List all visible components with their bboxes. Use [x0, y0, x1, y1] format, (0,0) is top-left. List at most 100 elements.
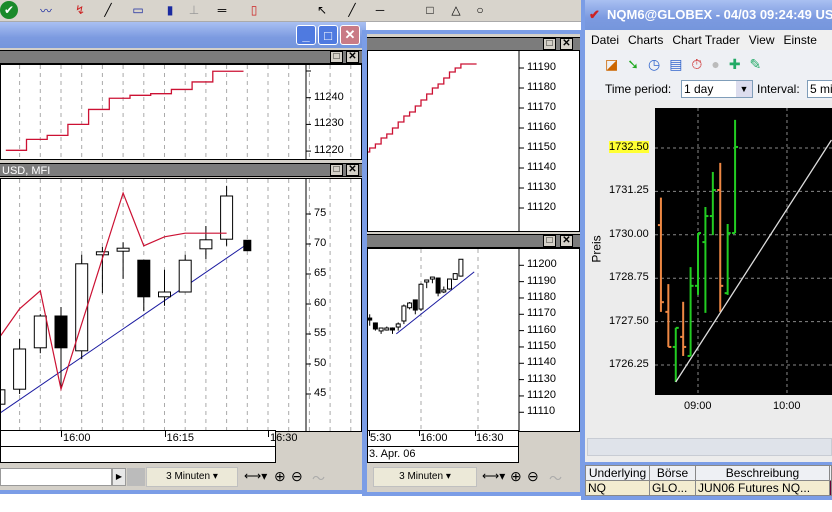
y-axis-label: 11180	[527, 290, 556, 303]
y-axis-label: 11190	[527, 274, 556, 287]
pane-close-button[interactable]: ✕	[560, 235, 573, 247]
y-axis-label: 11150	[527, 339, 556, 352]
candlestick-icon[interactable]: ▯	[244, 1, 264, 19]
table-cell: NQ	[585, 480, 650, 496]
zoom-in-icon[interactable]: ⊕	[274, 468, 286, 485]
line-tool-icon[interactable]: ╱	[342, 1, 362, 19]
interval-dropdown[interactable]: 3 Minuten ▾	[146, 467, 238, 487]
x-axis-label: 5:30	[370, 432, 392, 444]
pane-maximize-button[interactable]: □	[330, 51, 343, 63]
scroll-right-button[interactable]: ▶	[112, 468, 126, 486]
time-period-value: 1 day	[684, 82, 714, 96]
pane-maximize-button[interactable]: □	[330, 164, 343, 176]
menu-chart-trader[interactable]: Chart Trader	[672, 33, 739, 47]
candle	[368, 317, 373, 321]
zoom-fit-icon[interactable]: ⟷▾	[244, 469, 267, 483]
x-axis-label: 10:00	[772, 400, 801, 412]
ellipse-icon[interactable]: ○	[470, 1, 490, 19]
arrow-icon[interactable]: ➘	[627, 56, 648, 72]
menu-bar: Datei Charts Chart Trader View Einste	[585, 30, 832, 50]
left-window-titlebar[interactable]: _ □ ✕	[0, 22, 366, 48]
y-axis-label: 11120	[527, 388, 556, 401]
chart-window-icon[interactable]: ▭	[128, 1, 148, 19]
maximize-button[interactable]: □	[318, 25, 338, 45]
time-period-select[interactable]: 1 day ▼	[681, 80, 753, 98]
scrollbar-track	[127, 468, 145, 486]
volume-chart-icon[interactable]: ▮	[160, 1, 180, 19]
column-header[interactable]: Beschreibung	[695, 465, 830, 481]
y-axis-title: Preis	[589, 235, 604, 263]
x-tick	[61, 431, 62, 437]
candle	[137, 259, 151, 298]
close-button[interactable]: ✕	[340, 25, 360, 45]
draw-indicator-icon[interactable]: ✎	[750, 56, 771, 72]
indicator-icon[interactable]: ↯	[70, 1, 90, 19]
menu-charts[interactable]: Charts	[628, 33, 663, 47]
candle	[412, 299, 418, 311]
left-date-row	[0, 446, 276, 463]
y-axis-label: 1728.75	[609, 271, 649, 284]
y-axis-label: 50	[314, 357, 327, 369]
table-row[interactable]: NQ GLO... JUN06 Futures NQ...	[585, 480, 832, 496]
disabled-icon: ●	[711, 56, 729, 72]
pane-close-button[interactable]: ✕	[346, 164, 359, 176]
candle	[429, 276, 435, 280]
candle	[435, 277, 441, 294]
zoom-in-icon[interactable]: ⊕	[510, 468, 522, 485]
last-bar-marker	[243, 239, 252, 252]
chart-style-icon[interactable]: 〜	[312, 468, 325, 487]
interval-dropdown[interactable]: 3 Minuten ▾	[373, 467, 477, 487]
interval-select[interactable]: 5 mi	[807, 80, 832, 98]
line-chart-icon[interactable]: 〰	[36, 1, 56, 19]
zoom-out-icon[interactable]: ⊖	[527, 468, 539, 485]
chevron-down-icon[interactable]: ▼	[736, 81, 752, 97]
pane-close-button[interactable]: ✕	[346, 51, 359, 63]
right-price-chart	[655, 108, 832, 395]
main-toolbar: ✔ 〰 ↯ ╱ ▭ ▮ ⊥ ═ ▯ ↖ ╱ ─ □ △ ○	[0, 0, 582, 22]
date-label: 3. Apr. 06	[369, 448, 416, 460]
chart-doc-icon[interactable]: ▤	[669, 56, 691, 72]
left-top-pane: 11240 11230 11220	[0, 64, 362, 160]
chart-style-icon[interactable]: 〜	[549, 468, 562, 487]
candle	[395, 323, 401, 328]
connect-icon[interactable]: ✔	[0, 1, 18, 19]
y-axis-label: 11160	[527, 323, 556, 336]
add-indicator-icon[interactable]: ✚	[729, 56, 750, 72]
candle	[447, 278, 452, 290]
candle	[95, 251, 109, 256]
new-chart-icon[interactable]: ◪	[605, 56, 627, 72]
pointer-icon[interactable]: ↖	[312, 1, 332, 19]
draw-line-icon[interactable]: ╱	[98, 1, 118, 19]
x-tick	[164, 431, 166, 437]
pane-maximize-button[interactable]: □	[543, 38, 556, 50]
horizontal-scrollbar[interactable]	[0, 468, 112, 486]
menu-einstellungen[interactable]: Einste	[784, 33, 817, 47]
right-window-titlebar[interactable]: ✔ NQM6@GLOBEX - 04/03 09:24:49 US	[585, 0, 832, 30]
column-header[interactable]: Underlying	[585, 465, 650, 481]
right-horizontal-scrollbar[interactable]	[587, 438, 832, 456]
price-step-line	[368, 63, 477, 153]
horizontal-line-icon[interactable]: ─	[370, 1, 390, 19]
mfi-line	[1, 191, 227, 392]
price-ruler-icon[interactable]: ⊥	[184, 1, 204, 19]
candle	[54, 315, 68, 349]
middle-bottom-toolbar: 3 Minuten ▾ ⟷▾ ⊕ ⊖ 〜	[367, 464, 580, 490]
pane-close-button[interactable]: ✕	[560, 38, 573, 50]
minimize-button[interactable]: _	[296, 25, 316, 45]
menu-datei[interactable]: Datei	[591, 33, 619, 47]
app-icon: ✔	[589, 7, 600, 22]
clock-icon[interactable]: ◷	[648, 56, 669, 72]
zoom-out-icon[interactable]: ⊖	[291, 468, 303, 485]
y-axis-label: 11240	[314, 90, 344, 103]
horizontal-ruler-icon[interactable]: ═	[212, 1, 232, 19]
menu-view[interactable]: View	[749, 33, 775, 47]
middle-time-axis: 5:30 16:00 16:30	[367, 430, 519, 447]
rectangle-icon[interactable]: □	[420, 1, 440, 19]
pane-maximize-button[interactable]: □	[543, 235, 556, 247]
column-header[interactable]: Börse	[649, 465, 696, 481]
triangle-icon[interactable]: △	[446, 1, 466, 19]
y-axis-label: 11170	[527, 101, 556, 113]
zoom-fit-icon[interactable]: ⟷▾	[482, 469, 505, 483]
alarm-icon[interactable]: ⏱	[691, 56, 711, 72]
trend-line	[675, 139, 832, 383]
